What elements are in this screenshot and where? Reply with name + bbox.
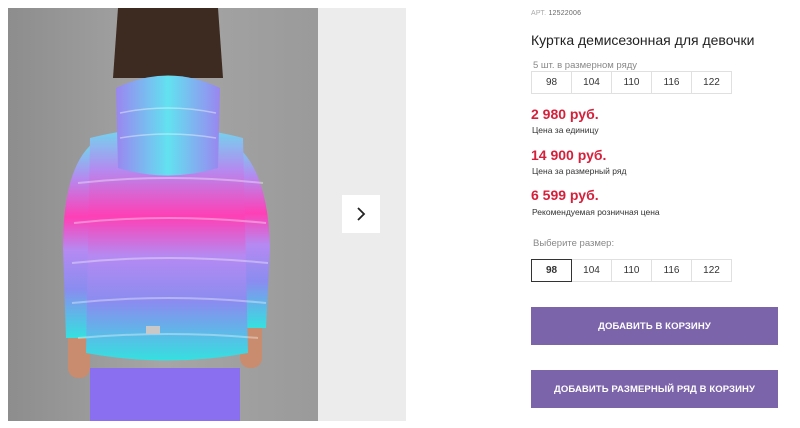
size-picker-label: Выберите размер: [533, 238, 615, 249]
add-to-cart-button[interactable]: ДОБАВИТЬ В КОРЗИНУ [531, 307, 778, 345]
product-title: Куртка демисезонная для девочки [531, 32, 755, 48]
price-size-row: 14 900 руб. [531, 147, 607, 163]
size-row-cell: 104 [571, 71, 612, 94]
sku-prefix: АРТ. [531, 10, 547, 17]
size-option-104[interactable]: 104 [571, 259, 612, 282]
price-unit: 2 980 руб. [531, 106, 599, 122]
price-size-row-note: Цена за размерный ряд [532, 166, 627, 176]
size-row-list: 98 104 110 116 122 [531, 71, 732, 94]
size-picker: 98 104 110 116 122 [531, 259, 732, 282]
product-sku: АРТ. 12522006 [531, 10, 581, 17]
size-row-label: 5 шт. в размерном ряду [533, 60, 638, 71]
price-retail: 6 599 руб. [531, 187, 599, 203]
sku-number: 12522006 [548, 10, 582, 17]
product-image [8, 8, 318, 421]
size-option-122[interactable]: 122 [691, 259, 732, 282]
price-retail-note: Рекомендуемая розничная цена [532, 207, 660, 217]
size-option-98[interactable]: 98 [531, 259, 572, 282]
size-row-cell: 116 [651, 71, 692, 94]
size-row-cell: 122 [691, 71, 732, 94]
add-size-row-to-cart-button[interactable]: ДОБАВИТЬ РАЗМЕРНЫЙ РЯД В КОРЗИНУ [531, 370, 778, 408]
chevron-right-icon [357, 207, 366, 221]
size-row-cell: 110 [611, 71, 652, 94]
size-option-110[interactable]: 110 [611, 259, 652, 282]
gallery-next-button[interactable] [342, 195, 380, 233]
product-photo [8, 8, 318, 421]
price-unit-note: Цена за единицу [532, 125, 599, 135]
size-option-116[interactable]: 116 [651, 259, 692, 282]
size-row-cell: 98 [531, 71, 572, 94]
